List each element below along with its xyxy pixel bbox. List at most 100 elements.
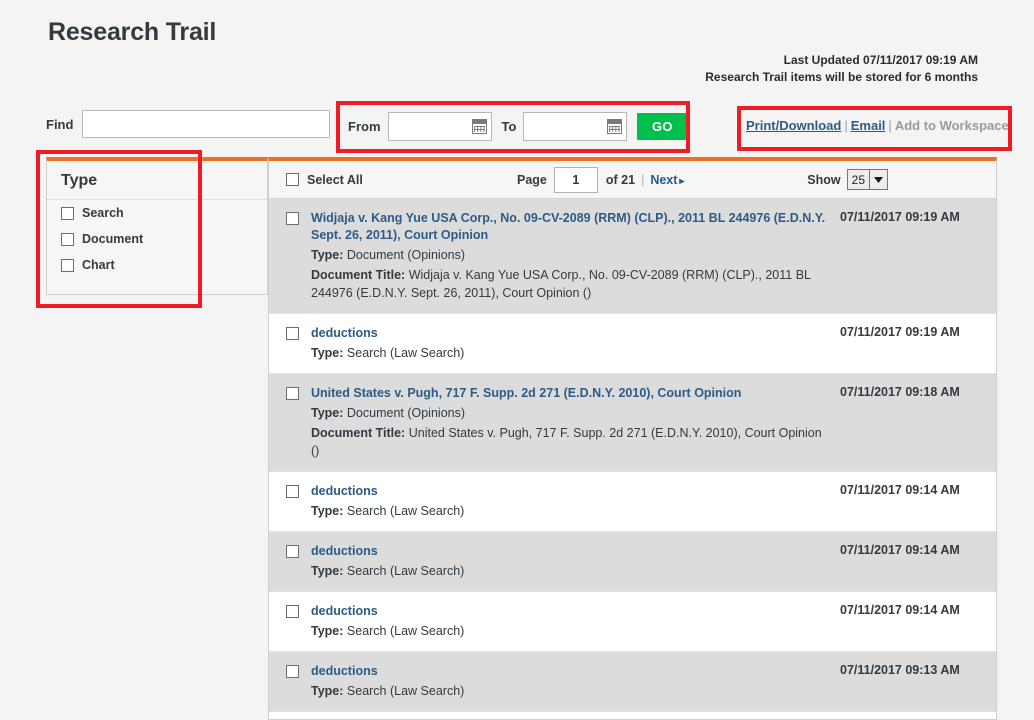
result-type-label: Type: — [311, 248, 343, 262]
result-type-line: Type: Document (Opinions) — [311, 246, 832, 264]
search-input[interactable] — [82, 110, 330, 138]
result-title-link[interactable]: deductions — [311, 325, 832, 342]
type-filter-panel: Type Search Document Chart — [46, 157, 268, 295]
header-meta-block: Last Updated 07/11/2017 09:19 AM Researc… — [705, 52, 978, 86]
result-type-line: Type: Search (Law Search) — [311, 502, 832, 520]
chevron-right-icon: ▸ — [677, 176, 684, 187]
page-title: Research Trail — [48, 18, 216, 47]
result-type-line: Type: Search (Law Search) — [311, 562, 832, 580]
checkbox-result-row[interactable] — [286, 665, 299, 678]
find-label: Find — [46, 117, 73, 132]
checkbox-result-row[interactable] — [286, 605, 299, 618]
last-updated-text: Last Updated 07/11/2017 09:19 AM — [705, 52, 978, 69]
checkbox-document[interactable] — [61, 233, 74, 246]
result-type-label: Type: — [311, 504, 343, 518]
result-timestamp: 07/11/2017 09:19 AM — [832, 210, 982, 302]
result-title-link[interactable]: deductions — [311, 483, 832, 500]
date-range-group: From To GO — [348, 112, 687, 141]
from-date-field[interactable] — [388, 112, 492, 141]
result-type-line: Type: Search (Law Search) — [311, 682, 832, 700]
next-page-link[interactable]: Next▸ — [650, 173, 684, 187]
table-row[interactable]: deductionsType: Search (Law Search)07/11… — [269, 314, 996, 374]
pagination-control: Page of 21 | Next▸ — [517, 167, 684, 193]
go-button[interactable]: GO — [637, 113, 687, 140]
checkbox-result-row[interactable] — [286, 545, 299, 558]
table-row[interactable]: deductions Type: Search (Law Search)07/11… — [269, 532, 996, 592]
result-row-body: deductions Type: Search (Law Search) — [311, 603, 832, 640]
checkbox-result-row[interactable] — [286, 387, 299, 400]
result-row-body: deductions Type: Search (Law Search) — [311, 543, 832, 580]
from-label: From — [348, 119, 381, 134]
facet-label-search: Search — [82, 206, 124, 220]
result-title-link[interactable]: United States v. Pugh, 717 F. Supp. 2d 2… — [311, 385, 832, 402]
table-row[interactable]: deductions Type: Search (Law Search)07/11… — [269, 592, 996, 652]
select-all-control[interactable]: Select All — [286, 173, 363, 187]
table-row[interactable]: deductionsType: Search (Law Search)07/11… — [269, 712, 996, 720]
result-document-title-label: Document Title: — [311, 426, 405, 440]
checkbox-result-row[interactable] — [286, 485, 299, 498]
result-type-line: Type: Document (Opinions) — [311, 404, 832, 422]
results-list: Widjaja v. Kang Yue USA Corp., No. 09-CV… — [269, 199, 996, 720]
result-document-title-line: Document Title: Widjaja v. Kang Yue USA … — [311, 266, 832, 302]
result-timestamp: 07/11/2017 09:14 AM — [832, 543, 982, 580]
result-timestamp: 07/11/2017 09:19 AM — [832, 325, 982, 362]
chevron-down-icon[interactable] — [869, 170, 887, 189]
result-type-value: Search (Law Search) — [347, 624, 464, 638]
page-label: Page — [517, 173, 547, 187]
print-download-link[interactable]: Print/Download — [746, 118, 841, 133]
link-separator: | — [841, 118, 850, 133]
find-row: Find — [46, 110, 330, 138]
result-timestamp: 07/11/2017 09:18 AM — [832, 385, 982, 460]
pager-separator: | — [641, 173, 644, 187]
result-timestamp: 07/11/2017 09:14 AM — [832, 603, 982, 640]
link-separator: | — [885, 118, 894, 133]
to-date-field[interactable] — [523, 112, 627, 141]
show-per-page-control: Show 25 — [807, 169, 888, 190]
show-count-select[interactable]: 25 — [847, 169, 888, 190]
type-filter-heading: Type — [47, 161, 267, 200]
show-count-value: 25 — [848, 170, 869, 189]
result-timestamp: 07/11/2017 09:13 AM — [832, 663, 982, 700]
calendar-icon[interactable] — [472, 119, 487, 134]
result-title-link[interactable]: deductions — [311, 543, 832, 560]
facet-item-document[interactable]: Document — [47, 226, 267, 252]
result-type-line: Type: Search (Law Search) — [311, 344, 832, 362]
checkbox-result-row[interactable] — [286, 212, 299, 225]
action-links: Print/Download|Email|Add to Workspace — [746, 118, 1009, 133]
facet-label-chart: Chart — [82, 258, 115, 272]
next-page-label: Next — [650, 173, 677, 187]
table-row[interactable]: deductions Type: Search (Law Search)07/11… — [269, 652, 996, 712]
calendar-icon[interactable] — [607, 119, 622, 134]
result-type-label: Type: — [311, 406, 343, 420]
result-title-link[interactable]: Widjaja v. Kang Yue USA Corp., No. 09-CV… — [311, 210, 832, 244]
result-document-title-label: Document Title: — [311, 268, 405, 282]
checkbox-chart[interactable] — [61, 259, 74, 272]
result-type-value: Document (Opinions) — [347, 406, 465, 420]
result-title-link[interactable]: deductions — [311, 603, 832, 620]
checkbox-select-all[interactable] — [286, 173, 299, 186]
facet-item-chart[interactable]: Chart — [47, 252, 267, 278]
add-to-workspace-link: Add to Workspace — [895, 118, 1009, 133]
table-row[interactable]: deductionsType: Search (Law Search)07/11… — [269, 472, 996, 532]
results-panel: Select All Page of 21 | Next▸ Show 25 Wi… — [268, 157, 997, 720]
result-row-body: United States v. Pugh, 717 F. Supp. 2d 2… — [311, 385, 832, 460]
result-type-line: Type: Search (Law Search) — [311, 622, 832, 640]
select-all-label: Select All — [307, 173, 363, 187]
result-title-link[interactable]: deductions — [311, 663, 832, 680]
result-type-value: Search (Law Search) — [347, 346, 464, 360]
result-document-title-line: Document Title: United States v. Pugh, 7… — [311, 424, 832, 460]
table-row[interactable]: Widjaja v. Kang Yue USA Corp., No. 09-CV… — [269, 199, 996, 314]
table-row[interactable]: United States v. Pugh, 717 F. Supp. 2d 2… — [269, 374, 996, 472]
result-row-body: Widjaja v. Kang Yue USA Corp., No. 09-CV… — [311, 210, 832, 302]
result-type-label: Type: — [311, 346, 343, 360]
checkbox-result-row[interactable] — [286, 327, 299, 340]
page-total-label: of 21 — [606, 173, 635, 187]
email-link[interactable]: Email — [851, 118, 886, 133]
page-number-input[interactable] — [554, 167, 598, 193]
show-label: Show — [807, 173, 840, 187]
result-row-body: deductions Type: Search (Law Search) — [311, 483, 832, 520]
facet-item-search[interactable]: Search — [47, 200, 267, 226]
result-type-label: Type: — [311, 564, 343, 578]
result-row-body: deductions Type: Search (Law Search) — [311, 663, 832, 700]
checkbox-search[interactable] — [61, 207, 74, 220]
